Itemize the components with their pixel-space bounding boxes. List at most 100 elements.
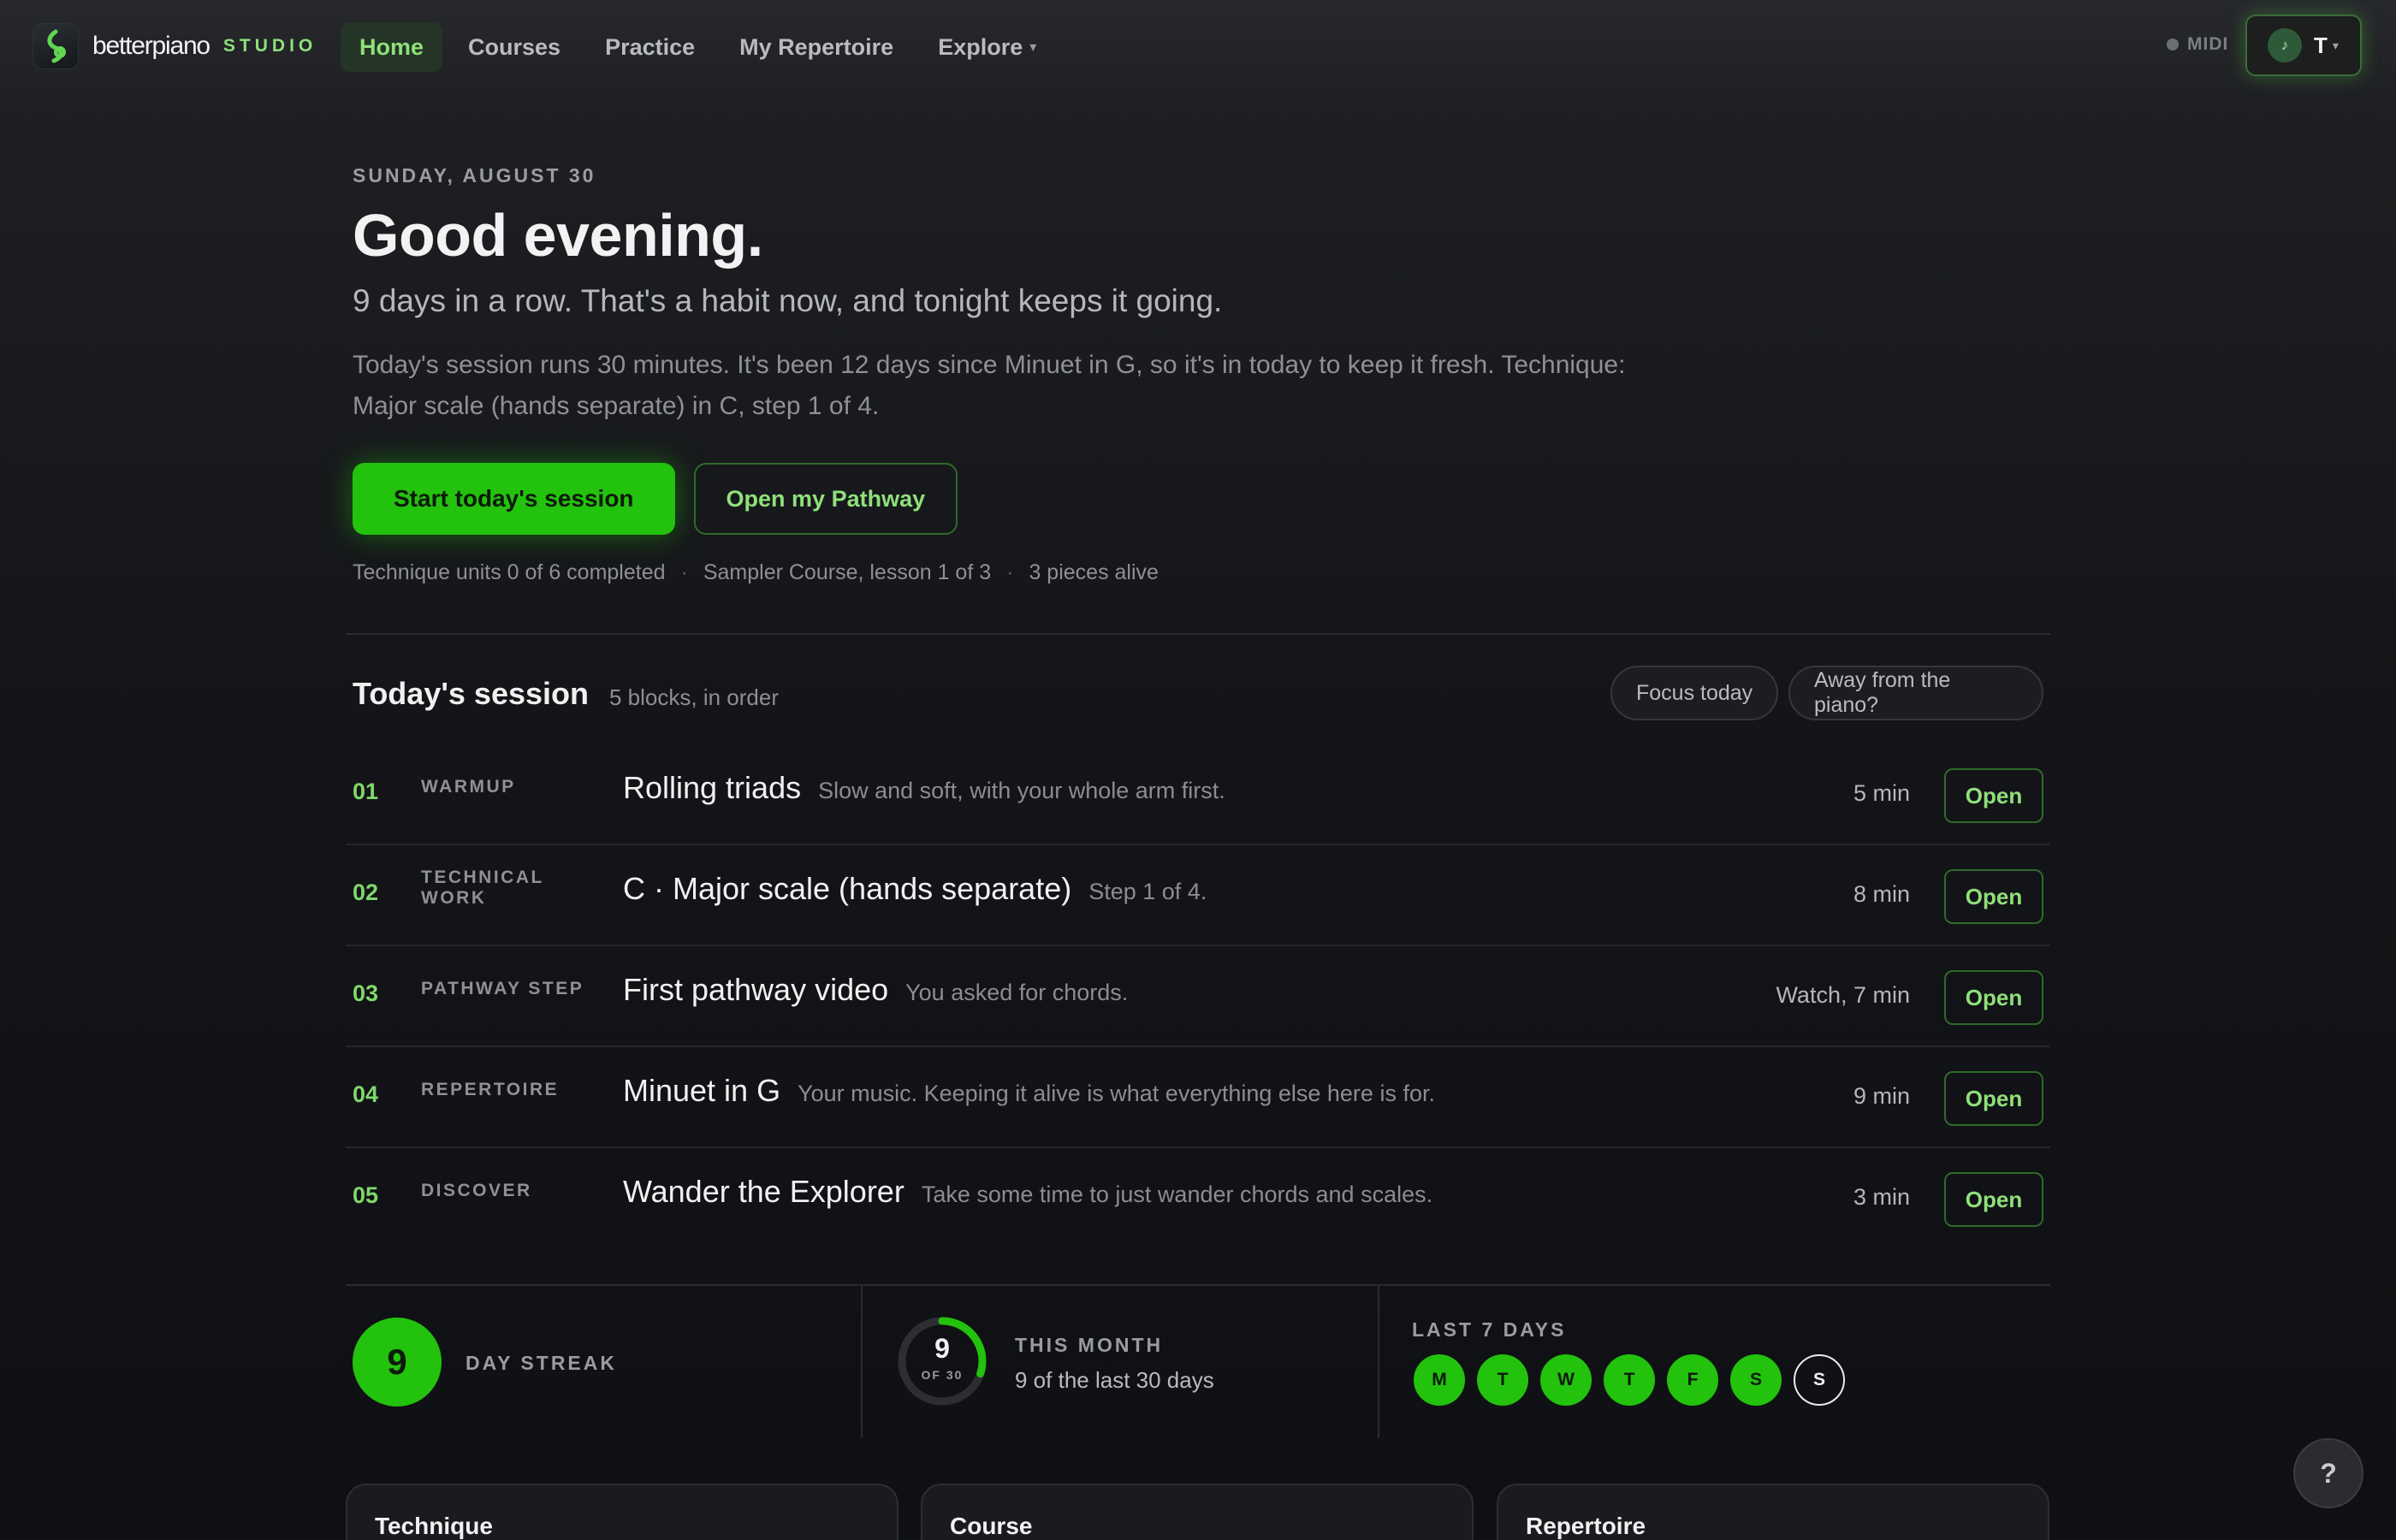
brand-studio-label: STUDIO: [222, 36, 317, 56]
block-kind: REPERTOIRE: [421, 1080, 560, 1099]
block-title: C · Major scale (hands separate): [623, 871, 1072, 906]
block-duration: 9 min: [1853, 1083, 1910, 1109]
start-session-button[interactable]: Start today's session: [353, 463, 675, 535]
help-button[interactable]: ?: [2293, 1438, 2363, 1508]
streak-subtitle: 9 days in a row. That's a habit now, and…: [353, 283, 1223, 318]
day-badge: T: [1604, 1354, 1655, 1406]
block-duration: 8 min: [1853, 881, 1910, 907]
hero-actions: Start today's session Open my Pathway: [353, 463, 2047, 535]
block-number: 04: [353, 1081, 379, 1107]
block-number: 05: [353, 1182, 379, 1208]
block-kind: TECHNICAL WORK: [421, 868, 544, 908]
open-block-button[interactable]: Open: [1944, 1172, 2043, 1227]
block-number: 02: [353, 880, 379, 905]
progress-meta: Technique units 0 of 6 completed · Sampl…: [353, 560, 2047, 585]
session-header: Today's session 5 blocks, in order Focus…: [353, 666, 2043, 722]
technique-card[interactable]: Technique: [346, 1484, 898, 1540]
card-title: Repertoire: [1526, 1513, 1646, 1539]
meta-separator: ·: [1006, 560, 1014, 584]
week-days: M T W T F S S: [1414, 1354, 1857, 1406]
block-note: Step 1 of 4.: [1088, 879, 1207, 904]
block-note: Slow and soft, with your whole arm first…: [818, 778, 1225, 803]
nav-item-explore[interactable]: Explore ▾: [919, 22, 1055, 72]
open-block-button[interactable]: Open: [1944, 869, 2043, 924]
date-label: SUNDAY, AUGUST 30: [353, 164, 596, 187]
block-note: Take some time to just wander chords and…: [921, 1182, 1433, 1207]
session-blocks: 01 WARMUP Rolling triads Slow and soft, …: [346, 744, 2050, 1249]
day-badge: W: [1540, 1354, 1592, 1406]
day-badge: F: [1667, 1354, 1718, 1406]
midi-status-dot-icon: [2167, 38, 2179, 50]
nav-item-label: Practice: [605, 33, 696, 60]
user-menu-button[interactable]: ♪ T ▾: [2245, 15, 2362, 76]
block-main: C · Major scale (hands separate) Step 1 …: [623, 871, 1207, 907]
session-row: 04 REPERTOIRE Minuet in G Your music. Ke…: [346, 1047, 2050, 1148]
month-total: OF 30: [921, 1368, 964, 1382]
day-badge: M: [1414, 1354, 1465, 1406]
block-title: First pathway video: [623, 972, 889, 1007]
week-stat: LAST 7 DAYS M T W T F S S: [1379, 1286, 2050, 1438]
month-count: 9: [934, 1333, 950, 1364]
brand[interactable]: betterpiano STUDIO: [33, 23, 317, 69]
block-note: You asked for chords.: [905, 980, 1129, 1005]
session-row: 01 WARMUP Rolling triads Slow and soft, …: [346, 744, 2050, 845]
session-row: 02 TECHNICAL WORK C · Major scale (hands…: [346, 845, 2050, 946]
block-number: 03: [353, 980, 379, 1006]
chevron-down-icon: ▾: [2332, 38, 2339, 52]
hero: SUNDAY, AUGUST 30 Good evening. 9 days i…: [353, 164, 2047, 585]
nav-item-practice[interactable]: Practice: [586, 22, 714, 72]
meta-technique: Technique units 0 of 6 completed: [353, 560, 666, 584]
block-kind: WARMUP: [421, 777, 516, 797]
block-duration: Watch, 7 min: [1776, 982, 1910, 1008]
block-main: First pathway video You asked for chords…: [623, 972, 1128, 1008]
block-main: Minuet in G Your music. Keeping it alive…: [623, 1073, 1435, 1109]
day-badge: S: [1794, 1354, 1845, 1406]
streak-stat: 9 DAY STREAK: [346, 1286, 863, 1438]
nav-item-my-repertoire[interactable]: My Repertoire: [721, 22, 912, 72]
page-title: Good evening.: [353, 202, 763, 269]
streak-label: DAY STREAK: [466, 1352, 617, 1374]
open-block-button[interactable]: Open: [1944, 1071, 2043, 1126]
meta-course: Sampler Course, lesson 1 of 3: [703, 560, 992, 584]
nav-item-label: Home: [359, 33, 424, 60]
week-label: LAST 7 DAYS: [1412, 1318, 1567, 1341]
month-stat: 9 OF 30 THIS MONTH 9 of the last 30 days: [863, 1286, 1379, 1438]
nav-item-home[interactable]: Home: [341, 22, 443, 72]
block-kind: PATHWAY STEP: [421, 979, 584, 998]
nav-item-label: My Repertoire: [739, 33, 894, 60]
avatar: ♪: [2268, 28, 2302, 62]
chevron-down-icon: ▾: [1029, 40, 1037, 55]
day-badge: S: [1730, 1354, 1782, 1406]
nav-item-courses[interactable]: Courses: [449, 22, 579, 72]
block-title: Rolling triads: [623, 770, 802, 805]
block-main: Rolling triads Slow and soft, with your …: [623, 770, 1225, 806]
repertoire-card[interactable]: Repertoire: [1497, 1484, 2049, 1540]
block-duration: 3 min: [1853, 1184, 1910, 1210]
month-summary: 9 of the last 30 days: [1015, 1367, 1214, 1393]
focus-today-button[interactable]: Focus today: [1610, 666, 1779, 720]
meta-separator: ·: [680, 560, 688, 584]
meta-pieces: 3 pieces alive: [1029, 560, 1159, 584]
open-block-button[interactable]: Open: [1944, 970, 2043, 1025]
session-subtitle: 5 blocks, in order: [609, 684, 779, 710]
streak-count: 9: [353, 1318, 442, 1407]
month-label: THIS MONTH: [1015, 1334, 1164, 1356]
nav-item-label: Explore: [938, 33, 1023, 60]
stats-strip: 9 DAY STREAK 9 OF 30 THIS MONTH 9 of the…: [346, 1286, 2050, 1438]
block-duration: 5 min: [1853, 780, 1910, 806]
midi-status[interactable]: MIDI: [2167, 34, 2228, 55]
block-kind: DISCOVER: [421, 1181, 532, 1200]
session-row: 05 DISCOVER Wander the Explorer Take som…: [346, 1148, 2050, 1249]
midi-label: MIDI: [2187, 34, 2229, 54]
open-block-button[interactable]: Open: [1944, 768, 2043, 823]
top-nav: betterpiano STUDIO Home Courses Practice…: [0, 0, 2396, 94]
open-pathway-button[interactable]: Open my Pathway: [693, 463, 958, 535]
piano-logo-icon: [33, 23, 79, 69]
day-badge: T: [1477, 1354, 1528, 1406]
brand-wordmark: betterpiano: [92, 32, 211, 60]
card-title: Technique: [375, 1513, 493, 1539]
card-title: Course: [950, 1513, 1033, 1539]
section-divider: [346, 633, 2050, 635]
course-card[interactable]: Course: [921, 1484, 1474, 1540]
away-from-piano-button[interactable]: Away from the piano?: [1788, 666, 2043, 720]
